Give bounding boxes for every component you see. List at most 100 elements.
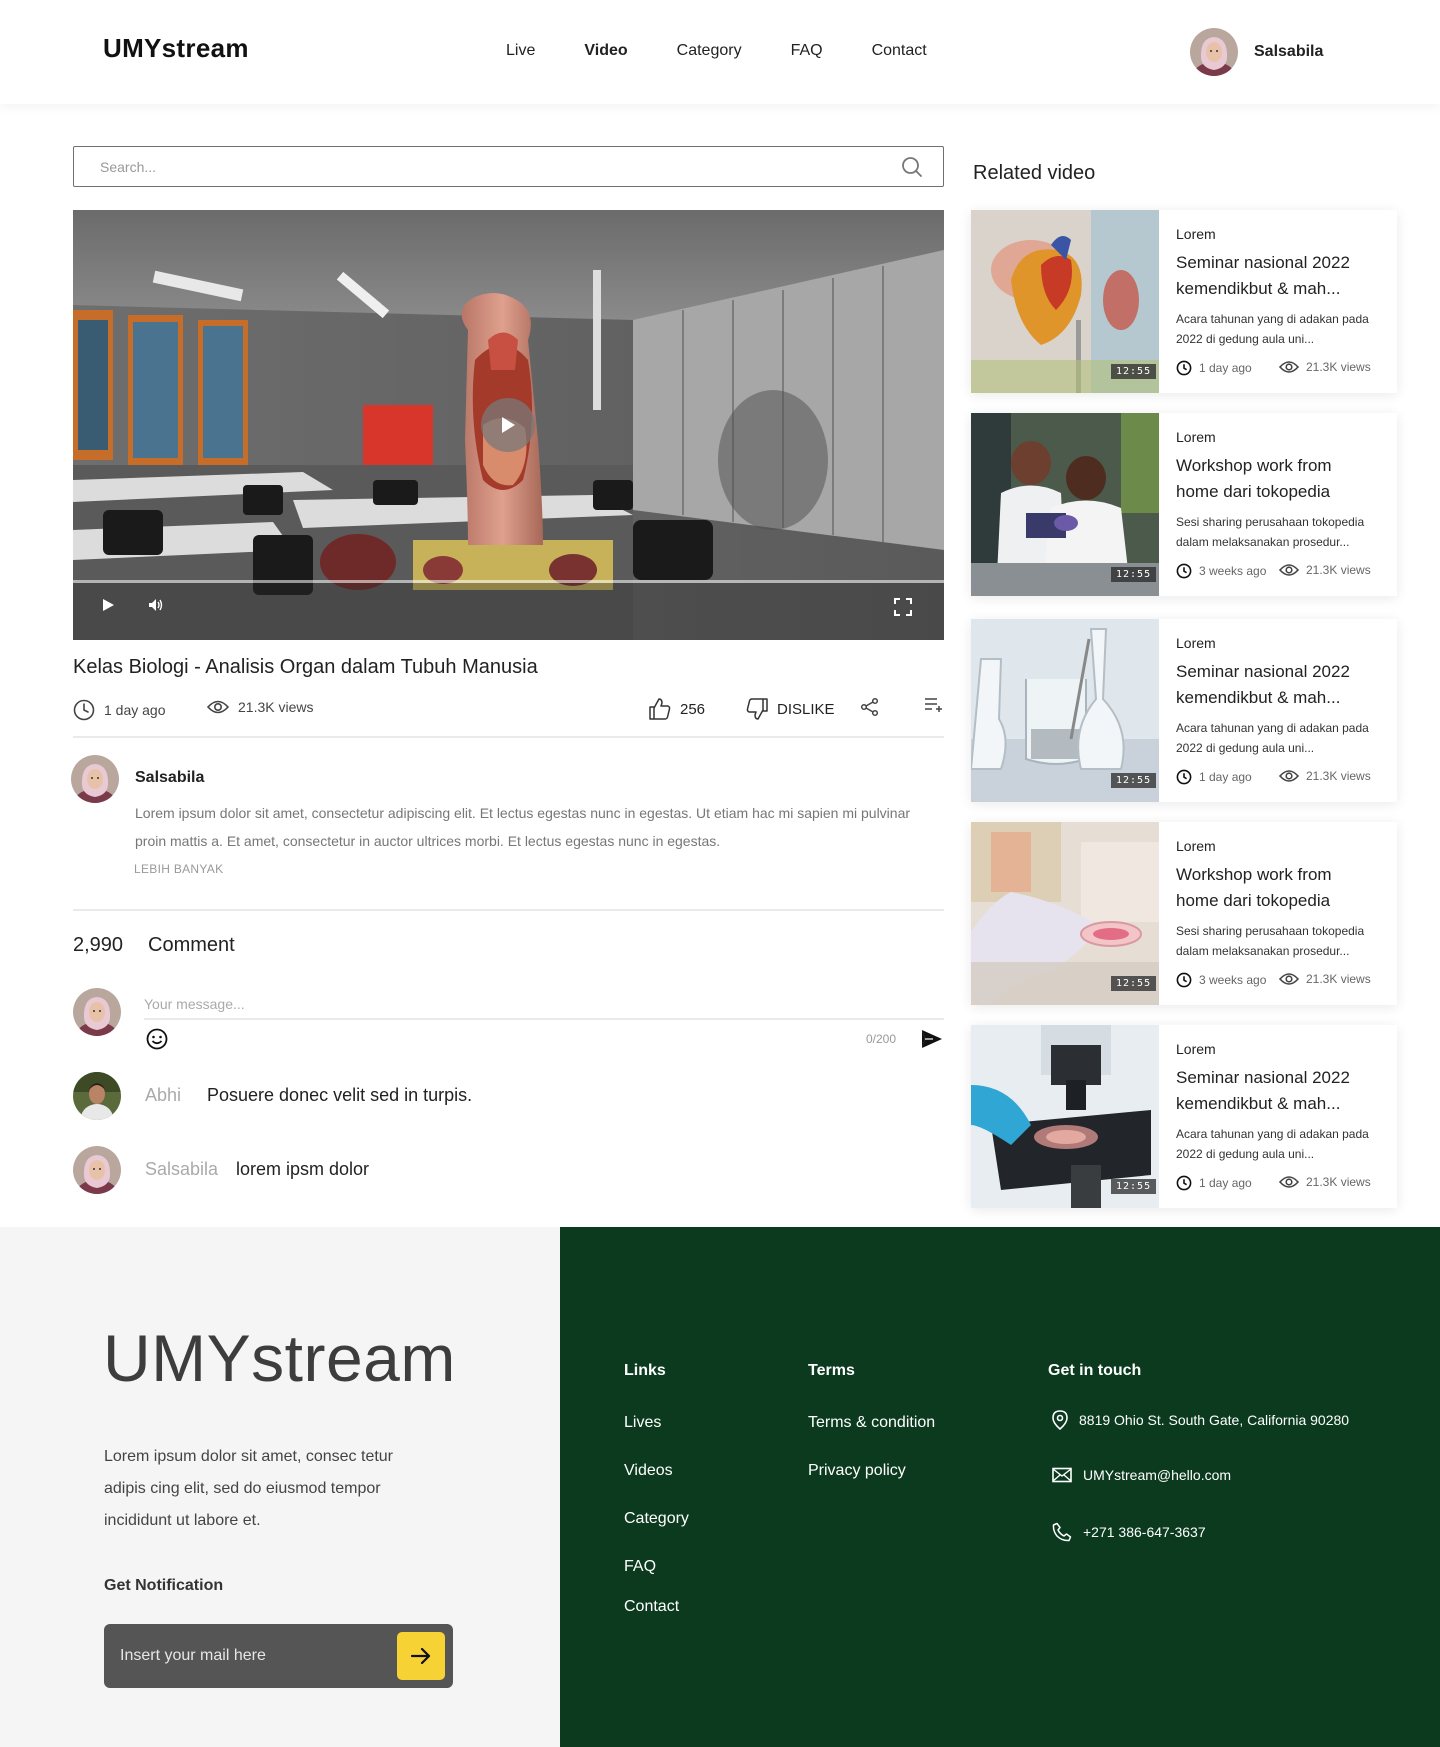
footer-link-privacy[interactable]: Privacy policy	[808, 1462, 906, 1480]
location-icon	[1052, 1410, 1068, 1430]
video-duration: 12:55	[1111, 773, 1157, 788]
play-icon[interactable]	[101, 598, 115, 617]
video-card-title[interactable]: Seminar nasional 2022 kemendikbut & mah.…	[1176, 659, 1376, 711]
clock-icon	[1176, 563, 1192, 579]
related-video-card[interactable]: 12:55 Lorem Workshop work from home dari…	[971, 822, 1397, 1005]
video-player[interactable]	[73, 210, 944, 640]
posted-text: 1 day ago	[1199, 361, 1252, 375]
search-icon[interactable]	[901, 156, 923, 183]
footer-link-terms[interactable]: Terms & condition	[808, 1414, 935, 1432]
video-duration: 12:55	[1111, 364, 1157, 379]
related-video-card[interactable]: 12:55 Lorem Seminar nasional 2022 kemend…	[971, 210, 1397, 393]
footer-link-lives[interactable]: Lives	[624, 1414, 661, 1432]
email-text: UMYstream@hello.com	[1083, 1467, 1232, 1483]
views-text: 21.3K views	[1306, 563, 1371, 577]
search-input[interactable]	[100, 156, 860, 178]
related-video-card[interactable]: 12:55 Lorem Workshop work from home dari…	[971, 413, 1397, 596]
video-thumbnail: 12:55	[971, 1025, 1159, 1208]
channel-avatar[interactable]	[71, 755, 119, 803]
related-video-card[interactable]: 12:55 Lorem Seminar nasional 2022 kemend…	[971, 619, 1397, 802]
phone-text: +271 386-647-3637	[1083, 1524, 1206, 1540]
eye-icon	[1279, 973, 1299, 985]
posted-text: 3 weeks ago	[1199, 564, 1267, 578]
video-card-views: 21.3K views	[1279, 769, 1371, 783]
search-bar	[73, 146, 944, 187]
views-text: 21.3K views	[1306, 769, 1371, 783]
contact-address: 8819 Ohio St. South Gate, California 902…	[1052, 1410, 1349, 1430]
footer-link-videos[interactable]: Videos	[624, 1462, 673, 1480]
related-video-card[interactable]: 12:55 Lorem Seminar nasional 2022 kemend…	[971, 1025, 1397, 1208]
footer-link-category[interactable]: Category	[624, 1510, 689, 1528]
video-card-posted: 3 weeks ago	[1176, 972, 1266, 988]
video-thumbnail: 12:55	[971, 210, 1159, 393]
comment-input[interactable]	[144, 990, 944, 1020]
address-text: 8819 Ohio St. South Gate, California 902…	[1079, 1412, 1350, 1428]
footer-links-heading: Links	[624, 1362, 666, 1379]
playlist-add-icon	[925, 698, 942, 712]
commenter-avatar[interactable]	[73, 1146, 121, 1194]
comment-author[interactable]: Salsabila	[145, 1159, 218, 1180]
nav-item-contact[interactable]: Contact	[872, 42, 927, 60]
phone-icon	[1052, 1522, 1072, 1542]
share-icon	[860, 697, 879, 717]
eye-icon	[207, 700, 229, 714]
channel-description: Lorem ipsum dolor sit amet, consectetur …	[135, 805, 911, 849]
video-card-title[interactable]: Seminar nasional 2022 kemendikbut & mah.…	[1176, 1065, 1376, 1117]
footer-link-contact[interactable]: Contact	[624, 1598, 679, 1616]
play-overlay-button[interactable]	[481, 398, 535, 452]
mail-icon	[1052, 1467, 1072, 1483]
show-more-link[interactable]: LEBIH BANYAK	[134, 862, 223, 876]
newsletter-email-input[interactable]	[120, 1644, 370, 1668]
contact-phone[interactable]: +271 386-647-3637	[1052, 1522, 1206, 1542]
logo[interactable]: UMYstream	[103, 33, 249, 64]
video-card-views: 21.3K views	[1279, 360, 1371, 374]
nav-item-category[interactable]: Category	[677, 42, 742, 60]
video-card-posted: 1 day ago	[1176, 1175, 1252, 1191]
video-category: Lorem	[1176, 429, 1216, 445]
video-card-title[interactable]: Workshop work from home dari tokopedia	[1176, 453, 1376, 505]
dislike-button[interactable]: DISLIKE	[745, 697, 835, 721]
posted-text: 1 day ago	[1199, 770, 1252, 784]
fullscreen-icon[interactable]	[894, 598, 912, 621]
footer-logo[interactable]: UMYstream	[103, 1320, 456, 1396]
main-nav: Live Video Category FAQ Contact	[506, 42, 927, 60]
footer-link-faq[interactable]: FAQ	[624, 1558, 656, 1576]
newsletter-submit-button[interactable]	[397, 1632, 445, 1680]
emoji-icon[interactable]	[146, 1028, 168, 1055]
video-card-description: Acara tahunan yang di adakan pada 2022 d…	[1176, 1127, 1369, 1161]
share-button[interactable]	[860, 697, 880, 717]
video-card-views: 21.3K views	[1279, 563, 1371, 577]
video-posted: 1 day ago	[73, 699, 166, 721]
nav-item-live[interactable]: Live	[506, 42, 535, 60]
video-category: Lorem	[1176, 838, 1216, 854]
volume-icon[interactable]	[148, 598, 164, 617]
nav-item-faq[interactable]: FAQ	[791, 42, 823, 60]
video-thumbnail: 12:55	[971, 413, 1159, 596]
commenter-avatar[interactable]	[73, 1072, 121, 1120]
views-text: 21.3K views	[1306, 1175, 1371, 1189]
divider	[73, 909, 944, 911]
avatar[interactable]	[1190, 28, 1238, 76]
posted-text: 3 weeks ago	[1199, 973, 1267, 987]
comment-count: 2,990	[73, 934, 124, 956]
play-icon	[502, 417, 515, 433]
nav-item-video[interactable]: Video	[584, 42, 627, 60]
posted-text: 1 day ago	[1199, 1176, 1252, 1190]
related-title: Related video	[973, 162, 1096, 184]
add-to-playlist-button[interactable]	[924, 697, 944, 713]
video-card-title[interactable]: Seminar nasional 2022 kemendikbut & mah.…	[1176, 250, 1376, 302]
user-menu[interactable]: Salsabila	[1190, 28, 1323, 76]
contact-email[interactable]: UMYstream@hello.com	[1052, 1467, 1231, 1483]
video-posted-text: 1 day ago	[104, 702, 166, 718]
video-card-title[interactable]: Workshop work from home dari tokopedia	[1176, 862, 1376, 914]
video-thumbnail: 12:55	[971, 822, 1159, 1005]
like-button[interactable]: 256	[648, 697, 705, 721]
video-card-description: Acara tahunan yang di adakan pada 2022 d…	[1176, 721, 1369, 755]
comment-author[interactable]: Abhi	[145, 1085, 181, 1106]
divider	[73, 736, 944, 738]
eye-icon	[1279, 361, 1299, 373]
send-icon[interactable]	[921, 1029, 943, 1054]
channel-name[interactable]: Salsabila	[135, 769, 204, 787]
progress-bar[interactable]	[73, 580, 944, 583]
clock-icon	[1176, 769, 1192, 785]
